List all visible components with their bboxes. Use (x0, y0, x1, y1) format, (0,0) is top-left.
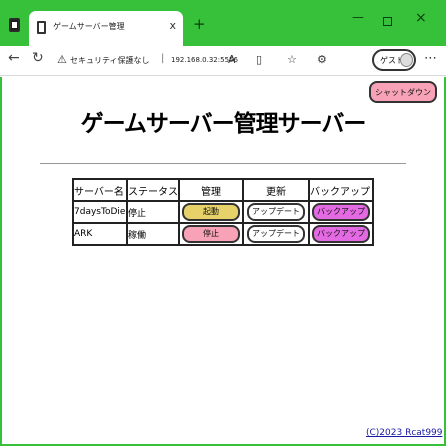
tab-close-icon[interactable]: x (169, 19, 176, 32)
header-manage: 管理 (178, 178, 244, 202)
reload-icon[interactable]: ↻ (32, 50, 44, 66)
header-backup: バックアップ (308, 178, 374, 202)
server-name: 7daysToDie (72, 200, 128, 224)
browser-tab[interactable]: ゲームサーバー管理 x (29, 11, 183, 46)
browser-titlebar: ゲームサーバー管理 x + — × (0, 0, 446, 46)
extensions-icon[interactable]: ⚙ (317, 53, 327, 66)
back-arrow-icon[interactable]: ← (8, 50, 20, 66)
start-button[interactable]: 起動 (182, 203, 240, 221)
copyright-link[interactable]: (C)2023 Rcat999 (366, 428, 443, 438)
page-title: ゲームサーバー管理サーバー (80, 111, 367, 137)
more-icon[interactable]: ⋯ (424, 51, 437, 66)
avatar-icon (400, 53, 413, 67)
update-button[interactable]: アップデート (247, 225, 305, 243)
update-button[interactable]: アップデート (247, 203, 305, 221)
stop-button[interactable]: 停止 (182, 225, 240, 243)
read-aloud-icon[interactable]: A (228, 53, 236, 66)
header-server-name: サーバー名 (72, 178, 128, 202)
tab-title: ゲームサーバー管理 (53, 22, 125, 31)
header-update: 更新 (242, 178, 310, 202)
divider (40, 163, 406, 164)
window-close-icon[interactable]: × (415, 10, 427, 26)
table-row: 7daysToDie 停止 起動 アップデート バックアップ (72, 200, 374, 224)
maximize-icon[interactable] (383, 17, 392, 26)
table-row: ARK 稼働 停止 アップデート バックアップ (72, 222, 374, 246)
server-name: ARK (72, 222, 128, 246)
split-screen-icon[interactable]: ▯ (256, 53, 262, 66)
header-status: ステータス (126, 178, 180, 202)
browser-toolbar: ← ↻ ⚠ セキュリティ保護なし | 192.168.0.32:5556 A ▯… (0, 46, 446, 76)
minimize-icon[interactable]: — (352, 10, 364, 24)
warning-icon[interactable]: ⚠ (57, 53, 67, 66)
server-status: 停止 (126, 200, 180, 224)
backup-button[interactable]: バックアップ (312, 225, 370, 243)
new-tab-icon[interactable]: + (193, 15, 206, 33)
favorites-icon[interactable]: ☆ (287, 53, 297, 66)
address-separator: | (161, 53, 165, 64)
server-status: 稼働 (126, 222, 180, 246)
shutdown-button[interactable]: シャットダウン (369, 81, 437, 103)
page-favicon-icon (37, 21, 46, 34)
backup-button[interactable]: バックアップ (312, 203, 370, 221)
security-warning[interactable]: セキュリティ保護なし (70, 55, 150, 66)
guest-profile-button[interactable]: ゲスト (372, 49, 416, 71)
server-table: サーバー名 ステータス 管理 更新 バックアップ 7daysToDie 停止 起… (72, 178, 374, 246)
table-header-row: サーバー名 ステータス 管理 更新 バックアップ (72, 178, 374, 202)
tab-actions-icon[interactable] (9, 18, 20, 32)
